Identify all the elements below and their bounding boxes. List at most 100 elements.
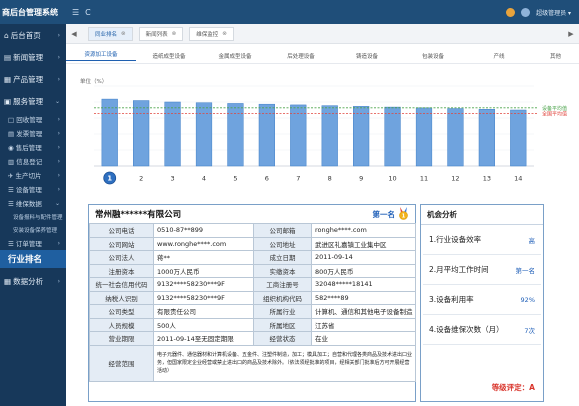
- sidebar-item-label: 服务管理: [13, 96, 44, 106]
- close-icon[interactable]: ⊗: [121, 31, 126, 37]
- sidebar-sub2-parts[interactable]: 设备报料与配件管理: [0, 210, 66, 223]
- sidebar-item-service[interactable]: ▣ 服务管理 ⌄: [0, 90, 66, 112]
- opportunity-value: 7次: [524, 326, 535, 335]
- tab-maintenance-monitor[interactable]: 维保监控 ⊗: [189, 26, 234, 41]
- sidebar-sub-production[interactable]: ✈ 生产切片 ›: [0, 168, 66, 182]
- close-icon[interactable]: ⊗: [172, 31, 177, 37]
- chevron-right-icon: ›: [57, 277, 60, 285]
- category-casting[interactable]: 铸造设备: [334, 52, 400, 60]
- sidebar-sub-register[interactable]: ▥ 信息登记 ›: [0, 154, 66, 168]
- opportunity-value: 第一名: [515, 266, 536, 275]
- opportunity-row: 2.月平均工作时间 第一名: [423, 255, 541, 285]
- sidebar-item-home[interactable]: ⌂ 后台首页 ›: [0, 24, 66, 46]
- sidebar-item-analytics[interactable]: ▦ 数据分析 ›: [0, 270, 66, 292]
- chart-bar[interactable]: [195, 102, 213, 167]
- opportunity-label: 4.设备维保次数（月）: [429, 325, 504, 334]
- sidebar-item-news[interactable]: ▤ 新闻管理 ›: [0, 46, 66, 68]
- sidebar-sub-aftersale[interactable]: ◉ 售后管理 ›: [0, 140, 66, 154]
- medal-label: 1: [402, 213, 406, 219]
- info-value: 计算机、通信和其他电子设备制造: [311, 304, 416, 319]
- opportunity-title: 机会分析: [421, 205, 543, 225]
- tab-scroll-left-icon[interactable]: ◀: [66, 30, 82, 38]
- sidebar-item-label: 新闻管理: [13, 52, 44, 62]
- category-metal[interactable]: 金属成型设备: [202, 52, 268, 60]
- chart-bar[interactable]: [101, 98, 118, 167]
- info-value: 500人: [153, 317, 254, 332]
- chart-bar[interactable]: [164, 101, 181, 167]
- info-label: 公司类型: [89, 304, 154, 319]
- category-postprocess[interactable]: 后处理设备: [268, 52, 334, 60]
- chevron-down-icon: ⌄: [54, 97, 60, 105]
- chart-bar[interactable]: [227, 103, 244, 167]
- chevron-right-icon: ›: [57, 115, 60, 123]
- opportunity-label: 2.月平均工作时间: [429, 265, 489, 274]
- category-line[interactable]: 产线: [466, 52, 532, 60]
- sidebar-sub-orders[interactable]: ☰ 订单管理 ›: [0, 236, 66, 250]
- category-resource[interactable]: 资源加工设备: [66, 50, 136, 61]
- info-value: 9132****58230***9F: [153, 277, 254, 292]
- x-tick-label: 3: [171, 175, 175, 183]
- opportunity-row: 4.设备维保次数（月） 7次: [423, 315, 541, 345]
- chart-bar[interactable]: [384, 106, 401, 167]
- user-menu[interactable]: 超级管理员 ▾: [536, 8, 571, 17]
- menu-toggle-icon[interactable]: ☰: [72, 8, 79, 17]
- chevron-right-icon: ›: [57, 75, 60, 83]
- refresh-icon[interactable]: C: [85, 8, 91, 17]
- x-tick-label: 13: [483, 175, 491, 183]
- info-label: 公司邮箱: [253, 223, 312, 238]
- chart-bar[interactable]: [321, 105, 338, 167]
- sidebar-item-label: 数据分析: [13, 276, 44, 286]
- chart-grid: [94, 85, 534, 167]
- chevron-right-icon: ›: [57, 185, 60, 193]
- chart-bar[interactable]: [510, 109, 527, 167]
- sidebar-sub-recycle[interactable]: □ 回收管理 ›: [0, 112, 66, 126]
- sidebar-sub-invoice[interactable]: ▤ 发票管理 ›: [0, 126, 66, 140]
- info-value: 800万人民币: [311, 263, 416, 278]
- info-label: 成立日期: [253, 250, 312, 265]
- notification-icon[interactable]: [506, 7, 516, 17]
- tab-news-list[interactable]: 新闻列表 ⊗: [138, 26, 184, 41]
- chart-bar[interactable]: [447, 108, 464, 167]
- company-rank: 第一名: [372, 209, 396, 219]
- chart-bar[interactable]: [415, 107, 433, 167]
- info-row: 公司类型 有限责任公司 所属行业 计算机、通信和其他电子设备制造: [89, 304, 416, 319]
- company-info-table: 公司电话 0510-87**899 公司邮箱 ronghe****.com 公司网站 ww…: [89, 223, 416, 382]
- info-label: 纳税人识别: [89, 290, 154, 305]
- chart-bar[interactable]: [353, 106, 370, 167]
- category-packaging[interactable]: 包装设备: [400, 52, 466, 60]
- sidebar-sub-equipment[interactable]: ☰ 设备管理 ›: [0, 182, 66, 196]
- chart-bar[interactable]: [290, 104, 307, 167]
- category-paper[interactable]: 造纸成型设备: [136, 52, 202, 60]
- x-tick-label: 9: [359, 175, 363, 183]
- sidebar-sub-maintenance[interactable]: ☰ 维保数据 ⌄: [0, 196, 66, 210]
- tab-industry-rank[interactable]: 同业排名 ⊗: [88, 26, 133, 41]
- info-value: 在业: [311, 331, 416, 346]
- info-label: 营业期限: [89, 331, 154, 346]
- info-row: 公司网站 www.ronghe****.com 公司地址 武进区礼嘉镇工业集中区: [89, 236, 416, 251]
- sidebar-sub2-upkeep[interactable]: 安装设备保养管理: [0, 223, 66, 236]
- info-label: 经营范围: [89, 344, 154, 382]
- chart-bar[interactable]: [478, 109, 495, 167]
- x-tick-label: 4: [202, 175, 206, 183]
- info-value: 582****89: [311, 290, 416, 305]
- top-bar: 商后台管理系统 ☰ C 超级管理员 ▾: [0, 0, 579, 24]
- tab-scroll-right-icon[interactable]: ▶: [563, 30, 579, 38]
- info-value: 江苏省: [311, 317, 416, 332]
- x-tick-label: 8: [328, 175, 332, 183]
- info-value: 9132****58230***9F: [153, 290, 254, 305]
- product-icon: ▦: [4, 74, 12, 84]
- company-header: 常州融******有限公司 第一名 1: [89, 205, 415, 223]
- sidebar-item-products[interactable]: ▦ 产品管理 ›: [0, 68, 66, 90]
- x-tick-label: 14: [514, 175, 522, 183]
- avatar[interactable]: [521, 7, 531, 17]
- chart-bar[interactable]: [133, 100, 150, 167]
- category-other[interactable]: 其他: [532, 52, 579, 60]
- info-label: 公司电话: [89, 223, 154, 238]
- info-value: 2011-09-14: [311, 250, 416, 265]
- sidebar-item-industry-rank[interactable]: 行业排名: [0, 250, 66, 268]
- x-tick-label: 2: [139, 175, 143, 183]
- info-value: 武进区礼嘉镇工业集中区: [311, 236, 416, 251]
- x-tick-label: 10: [388, 175, 396, 183]
- close-icon[interactable]: ⊗: [222, 31, 227, 37]
- category-bar: 资源加工设备 造纸成型设备 金属成型设备 后处理设备 铸造设备 包装设备 产线 …: [66, 48, 579, 64]
